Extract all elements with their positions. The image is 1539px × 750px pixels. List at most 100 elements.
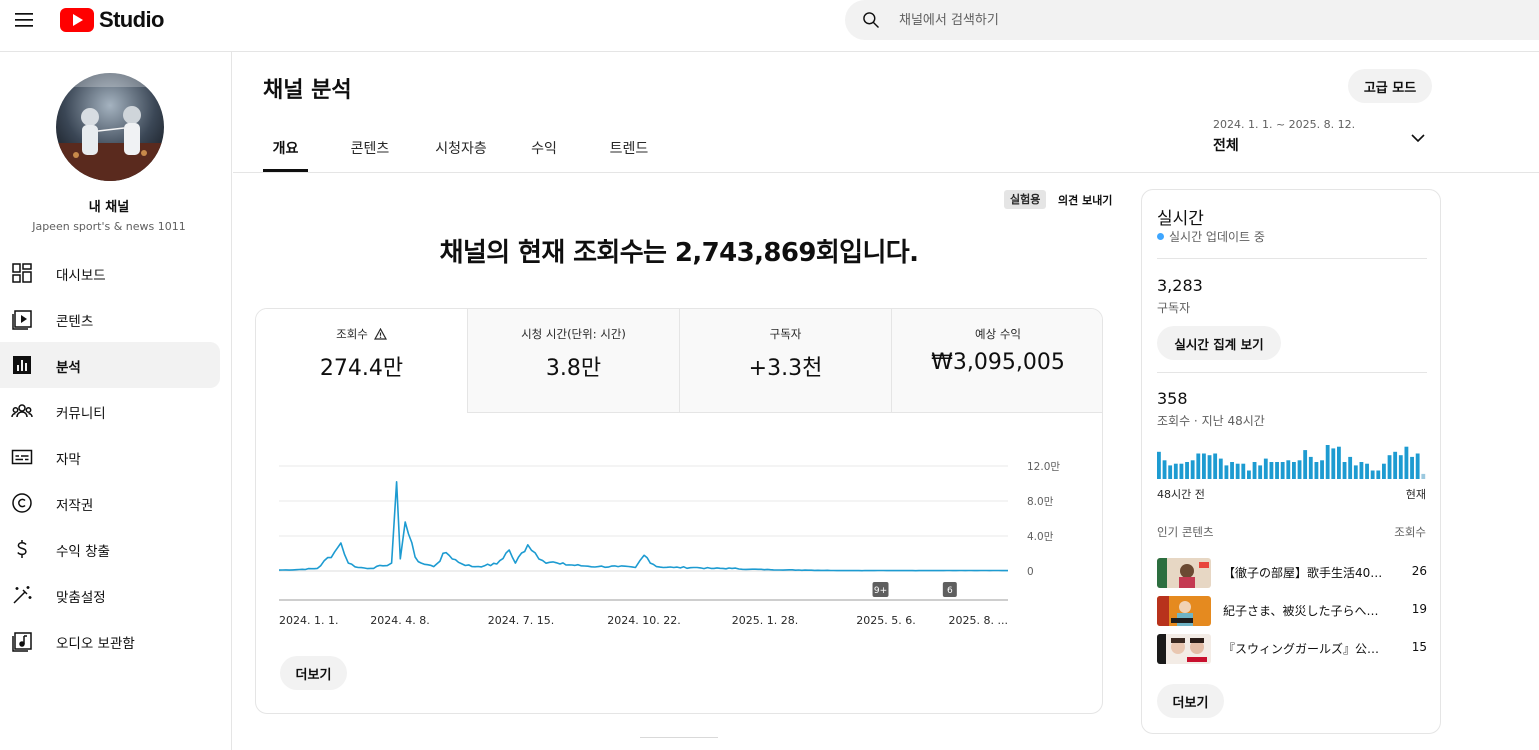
hourly-bar[interactable] [1382,463,1386,479]
kpi-views[interactable]: 조회수 274.4만 [256,309,468,413]
hourly-bar[interactable] [1207,455,1212,479]
sidebar-item-content[interactable]: 콘텐츠 [0,296,220,342]
top-content-item[interactable]: 紀子さま、被災した子らへの思い 19 [1157,594,1427,632]
see-more-button[interactable]: 더보기 [280,656,347,690]
send-feedback-link[interactable]: 의견 보내기 [1058,192,1112,208]
hourly-bar[interactable] [1314,462,1319,479]
search-input[interactable] [899,12,1399,28]
search-bar[interactable] [845,0,1539,40]
hourly-bar[interactable] [1421,473,1426,479]
sidebar-item-analytics[interactable]: 분석 [0,342,220,388]
hourly-bar[interactable] [1325,445,1330,479]
hourly-bar[interactable] [1359,462,1364,479]
hourly-bar[interactable] [1404,446,1409,479]
hourly-bar[interactable] [1398,455,1403,479]
hourly-bar[interactable] [1263,458,1268,479]
tab-audience[interactable]: 시청자층 [424,124,498,172]
realtime-subscriber-count: 3,283 [1157,276,1203,295]
hamburger-menu-icon[interactable] [12,8,36,32]
scroll-indicator [640,737,718,738]
views-line-chart[interactable]: 0 4.0만 8.0만 12.0만 9+ 6 2024. 1. 1. 2024. 4. 8. 2… [256,413,1103,643]
hourly-bar[interactable] [1331,448,1336,479]
hourly-bar[interactable] [1258,465,1263,479]
video-thumbnail[interactable] [1157,634,1211,664]
video-title[interactable]: 紀子さま、被災した子らへの思い [1223,602,1388,619]
hourly-bar[interactable] [1297,460,1302,479]
hourly-bar[interactable] [1224,465,1229,479]
hourly-bar[interactable] [1213,453,1218,480]
hourly-bar[interactable] [1337,446,1341,479]
sidebar-item-audio-library[interactable]: 오디오 보관함 [0,618,220,664]
hourly-bar[interactable] [1202,453,1206,480]
dollar-icon [17,540,27,558]
kpi-revenue[interactable]: 예상 수익 ₩3,095,005 [892,309,1102,413]
views-series-line[interactable] [278,481,1008,572]
kpi-subscribers[interactable]: 구독자 +3.3천 [680,309,892,413]
video-title[interactable]: 『スウィングガールズ』公開20周年 [1223,640,1388,657]
sidebar-item-subtitles[interactable]: 자막 [0,434,220,480]
channel-avatar[interactable] [56,73,164,181]
hourly-bar[interactable] [1387,455,1392,479]
hourly-bar[interactable] [1286,460,1291,479]
hourly-bar[interactable] [1275,462,1279,479]
hourly-bar[interactable] [1218,458,1223,479]
sidebar-item-customization[interactable]: 맞춤설정 [0,572,220,618]
hourly-bar[interactable] [1247,470,1251,480]
kpi-watch-time[interactable]: 시청 시간(단위: 시간) 3.8만 [468,309,680,413]
studio-logo-text: Studio [99,7,164,32]
sidebar-item-community[interactable]: 커뮤니티 [0,388,220,434]
sidebar-item-copyright[interactable]: 저작권 [0,480,220,526]
video-thumbnail[interactable] [1157,596,1211,626]
hourly-bar[interactable] [1157,451,1161,479]
hourly-bar[interactable] [1196,453,1201,480]
video-thumbnail[interactable] [1157,558,1211,588]
hourly-bar[interactable] [1348,456,1353,479]
hourly-bar[interactable] [1173,463,1178,479]
hourly-bar[interactable] [1292,462,1296,479]
hourly-bar[interactable] [1190,460,1195,479]
hourly-bar[interactable] [1393,451,1398,479]
search-icon[interactable] [861,10,881,30]
hourly-bar[interactable] [1376,470,1381,480]
hourly-bar[interactable] [1280,462,1285,479]
hourly-bar[interactable] [1415,453,1420,480]
hourly-bar[interactable] [1303,450,1308,479]
hourly-bar[interactable] [1365,463,1369,479]
advanced-mode-button[interactable]: 고급 모드 [1348,69,1432,103]
hourly-bar[interactable] [1410,456,1414,479]
chevron-down-icon[interactable] [1409,129,1427,147]
live-dot-icon [1157,233,1164,240]
hourly-views-bar-chart[interactable] [1157,439,1427,479]
tab-revenue[interactable]: 수익 [524,124,564,172]
hourly-bar[interactable] [1370,470,1375,480]
top-content-item[interactable]: 【徹子の部屋】歌手生活40周年 26 [1157,556,1427,594]
hourly-bar[interactable] [1241,463,1246,479]
hourly-bar[interactable] [1162,460,1167,479]
bars-start-label: 48시간 전 [1157,488,1205,501]
hourly-bar[interactable] [1269,462,1274,479]
hourly-bar[interactable] [1308,456,1313,479]
hourly-bar[interactable] [1235,463,1240,479]
hourly-bar[interactable] [1168,465,1173,479]
studio-logo[interactable]: Studio [60,7,164,33]
tab-overview[interactable]: 개요 [263,124,308,172]
realtime-count-button[interactable]: 실시간 집계 보기 [1157,326,1281,360]
hourly-bar[interactable] [1230,462,1234,479]
realtime-title: 실시간 [1157,209,1204,229]
tab-trends[interactable]: 트렌드 [598,124,660,172]
realtime-view-count: 358 [1157,389,1188,408]
top-content-item[interactable]: 『スウィングガールズ』公開20周年 15 [1157,632,1427,670]
kpi-label: 구독자 [769,327,802,341]
sidebar-item-dashboard[interactable]: 대시보드 [0,250,220,296]
hourly-bar[interactable] [1353,465,1358,479]
hourly-bar[interactable] [1252,462,1257,479]
tab-content[interactable]: 콘텐츠 [340,124,400,172]
hourly-bar[interactable] [1320,460,1324,479]
realtime-see-more-button[interactable]: 더보기 [1157,684,1224,718]
video-title[interactable]: 【徹子の部屋】歌手生活40周年 [1223,564,1388,581]
hourly-bar[interactable] [1185,462,1189,479]
hourly-bar[interactable] [1342,462,1347,479]
hourly-bar[interactable] [1179,463,1184,479]
sidebar-item-monetization[interactable]: 수익 창출 [0,526,220,572]
warning-icon[interactable] [373,328,387,340]
